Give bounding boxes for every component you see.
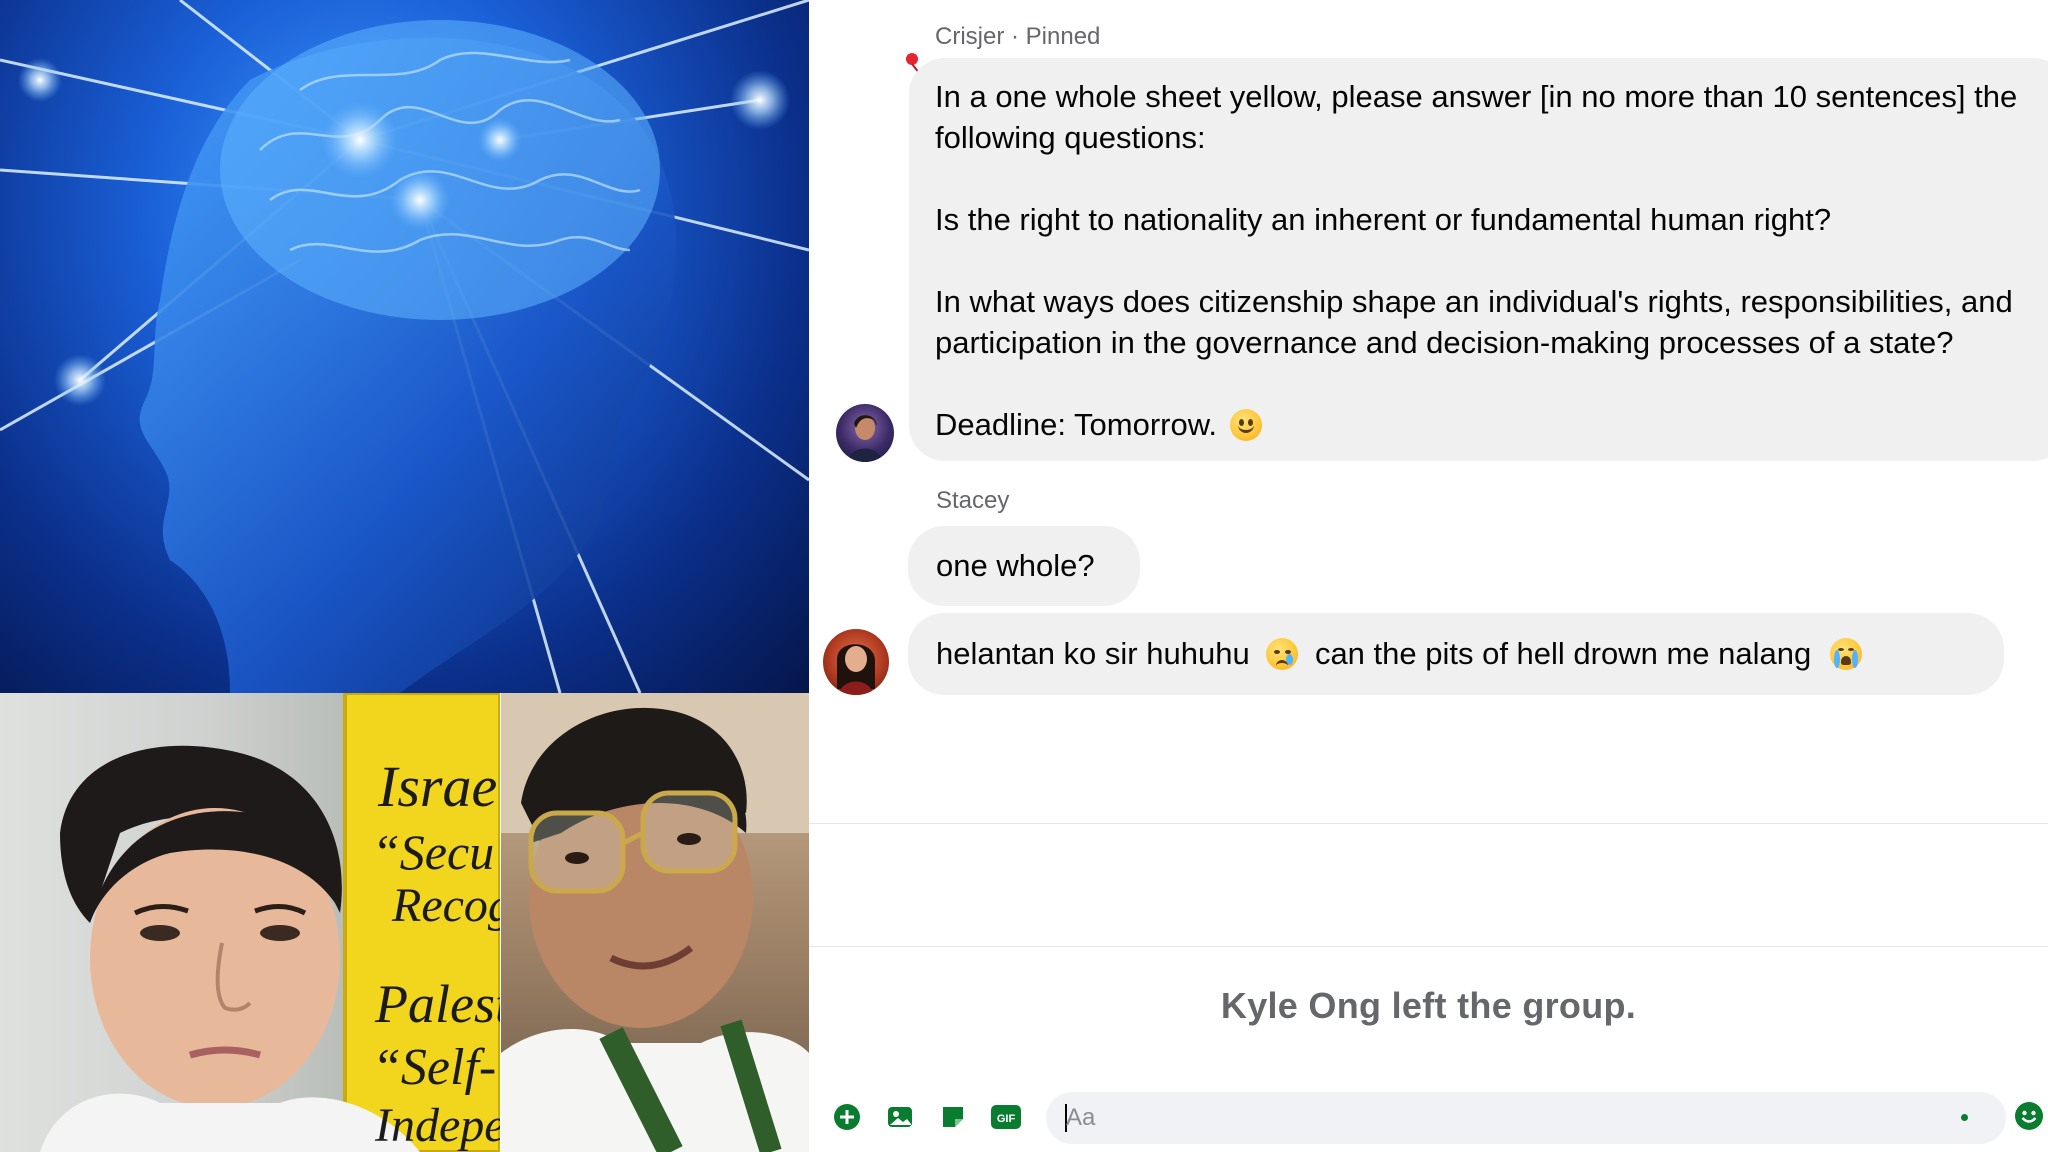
stacey-avatar[interactable]: [823, 629, 889, 695]
pinned-sender-label: Crisjer · Pinned: [935, 23, 1101, 50]
crisjer-avatar[interactable]: [836, 404, 894, 462]
stacey-message-2-text-2: can the pits of hell drown me nalang: [1314, 636, 1812, 671]
chat-divider-2: [809, 946, 2048, 947]
crying-face-icon: [1266, 638, 1299, 670]
sign-line-5: “Self-: [372, 1039, 497, 1096]
image-icon[interactable]: [884, 1101, 916, 1133]
chat-panel: Crisjer · Pinned In a one whole sheet ye…: [809, 0, 2048, 1152]
pinned-deadline-text: Deadline: Tomorrow.: [935, 407, 1218, 442]
stacey-message-bubble-1[interactable]: one whole?: [908, 526, 1140, 606]
slightly-smiling-face-icon: [1229, 409, 1262, 441]
sign-line-2: “Secu: [372, 824, 495, 880]
sign-line-1: Israe: [378, 754, 498, 819]
pinned-line-1: In a one whole sheet yellow, please answ…: [935, 79, 2018, 114]
stacey-message-2-text-1: helantan ko sir huhuhu: [936, 636, 1250, 671]
sign-line-6: Indepe: [375, 1099, 500, 1152]
pinned-line-2: following questions:: [935, 120, 1206, 155]
sign-line-3: Recog: [392, 879, 500, 932]
pinned-line-3: Is the right to nationality an inherent …: [935, 202, 1832, 237]
pinned-line-4: In what ways does citizenship shape an i…: [935, 284, 2013, 319]
sticker-icon[interactable]: [937, 1101, 969, 1133]
brain-meme-image: [0, 0, 809, 693]
stacey-sender-label: Stacey: [936, 487, 1010, 514]
pinned-deadline-line: Deadline: Tomorrow.: [935, 404, 2048, 445]
man-selfie-photo: [501, 693, 809, 1152]
chat-divider-1: [809, 823, 2048, 824]
message-input-container[interactable]: [1046, 1092, 2006, 1144]
stacey-message-2-line: helantan ko sir huhuhu can the pits of h…: [936, 633, 2004, 674]
pinned-message-bubble[interactable]: In a one whole sheet yellow, please answ…: [909, 58, 2048, 461]
message-input[interactable]: [1066, 1102, 1766, 1134]
meme-collage: Israe “Secu Recog Palesti “Self- Indepe: [0, 0, 809, 1152]
active-status-dot: [1961, 1114, 1968, 1121]
sign-line-4: Palesti: [375, 974, 500, 1034]
emoji-icon[interactable]: [2014, 1101, 2044, 1131]
stacey-message-1-text: one whole?: [936, 548, 1095, 583]
woman-photo: Israe “Secu Recog Palesti “Self- Indepe: [0, 693, 500, 1152]
stacey-message-bubble-2[interactable]: helantan ko sir huhuhu can the pits of h…: [908, 613, 2004, 695]
message-composer: GIF: [809, 1085, 2048, 1152]
gif-icon-label: GIF: [997, 1113, 1016, 1125]
plus-circle-icon[interactable]: [831, 1101, 863, 1133]
system-message: Kyle Ong left the group.: [1220, 985, 1637, 1026]
pinned-line-5: participation in the governance and deci…: [935, 325, 1954, 360]
loudly-crying-face-icon: [1829, 638, 1862, 670]
gif-icon[interactable]: GIF: [990, 1101, 1022, 1133]
